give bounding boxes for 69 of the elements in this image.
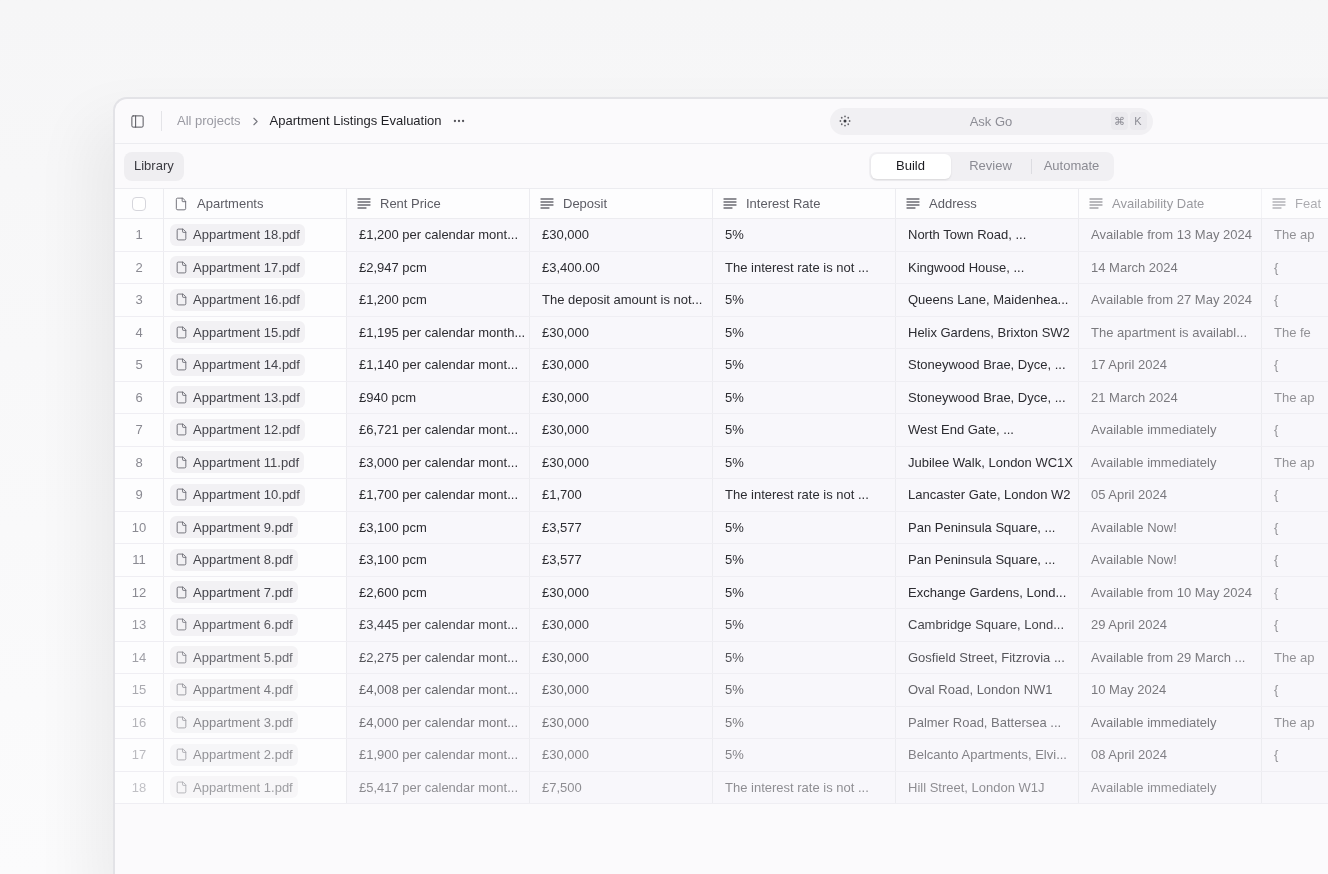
column-header[interactable]: Apartments	[164, 189, 347, 218]
row-number: 16	[115, 706, 164, 738]
text-lines-icon	[1089, 198, 1103, 209]
sidebar-toggle-icon[interactable]	[130, 113, 145, 129]
file-chip[interactable]: Appartment 10.pdf	[170, 483, 305, 506]
row-number: 3	[115, 284, 164, 316]
row-number: 6	[115, 381, 164, 413]
breadcrumb-current[interactable]: Apartment Listings Evaluation	[269, 111, 442, 131]
row-number: 13	[115, 609, 164, 641]
row-number: 9	[115, 479, 164, 511]
file-chip[interactable]: Appartment 6.pdf	[170, 613, 298, 636]
file-chip[interactable]: Appartment 9.pdf	[170, 516, 298, 539]
text-lines-icon	[906, 198, 920, 209]
file-icon	[175, 715, 188, 729]
file-chip[interactable]: Appartment 5.pdf	[170, 646, 298, 669]
row-number: 17	[115, 739, 164, 771]
file-chip[interactable]: Appartment 11.pdf	[170, 451, 304, 474]
file-icon	[175, 683, 188, 697]
file-chip[interactable]: Appartment 14.pdf	[170, 353, 305, 376]
file-chip[interactable]: Appartment 8.pdf	[170, 548, 298, 571]
file-icon	[175, 260, 188, 274]
file-icon	[175, 780, 188, 794]
file-chip[interactable]: Appartment 4.pdf	[170, 678, 298, 701]
file-chip[interactable]: Appartment 15.pdf	[170, 321, 305, 344]
row-number: 11	[115, 544, 164, 576]
view-tab[interactable]: Build	[870, 153, 951, 179]
text-lines-icon	[357, 198, 371, 209]
file-icon	[175, 390, 188, 404]
row-number: 7	[115, 414, 164, 446]
column-header[interactable]: Interest Rate	[713, 189, 896, 218]
file-icon	[175, 228, 188, 242]
file-icon	[175, 293, 188, 307]
library-button[interactable]: Library	[124, 151, 184, 181]
file-icon	[175, 650, 188, 664]
row-number: 5	[115, 349, 164, 381]
dot-burst-icon	[838, 115, 851, 127]
file-icon	[175, 618, 188, 632]
text-lines-icon	[1272, 198, 1286, 209]
file-icon	[175, 585, 188, 599]
file-icon	[175, 553, 188, 567]
column-header[interactable]: Deposit	[530, 189, 713, 218]
file-icon	[175, 455, 188, 469]
row-number: 2	[115, 251, 164, 283]
file-chip[interactable]: Appartment 18.pdf	[170, 223, 305, 246]
row-number: 18	[115, 771, 164, 803]
file-icon	[174, 196, 188, 211]
file-icon	[175, 358, 188, 372]
file-icon	[175, 488, 188, 502]
file-icon	[175, 520, 188, 534]
column-header[interactable]: Rent Price	[347, 189, 530, 218]
file-chip[interactable]: Appartment 17.pdf	[170, 256, 305, 279]
text-lines-icon	[540, 198, 554, 209]
file-chip[interactable]: Appartment 12.pdf	[170, 418, 305, 441]
row-number: 4	[115, 316, 164, 348]
row-number: 14	[115, 641, 164, 673]
file-chip[interactable]: Appartment 16.pdf	[170, 288, 305, 311]
file-chip[interactable]: Appartment 7.pdf	[170, 581, 298, 604]
file-icon	[175, 423, 188, 437]
column-header[interactable]: Address	[896, 189, 1079, 218]
row-number: 1	[115, 219, 164, 251]
row-number: 10	[115, 511, 164, 543]
row-number: 15	[115, 674, 164, 706]
row-number: 12	[115, 576, 164, 608]
row-number: 8	[115, 446, 164, 478]
text-lines-icon	[723, 198, 737, 209]
select-all-checkbox[interactable]	[132, 196, 146, 211]
file-icon	[175, 325, 188, 339]
file-icon	[175, 748, 188, 762]
file-chip[interactable]: Appartment 13.pdf	[170, 386, 305, 409]
